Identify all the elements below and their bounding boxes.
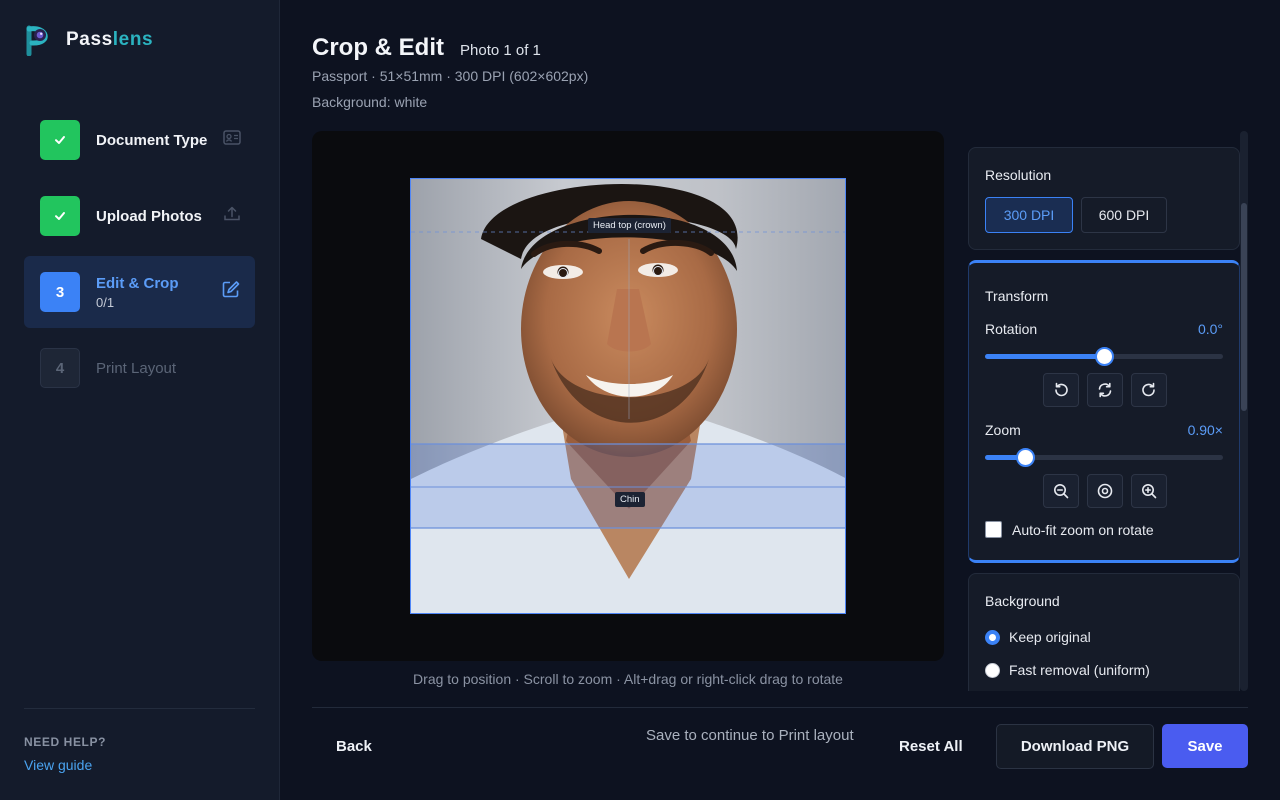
help-title: NEED HELP? — [24, 735, 107, 749]
rotation-slider[interactable] — [985, 347, 1223, 366]
step-edit-crop[interactable]: 3 Edit & Crop 0/1 — [24, 256, 255, 328]
zoom-out-button[interactable] — [1043, 474, 1079, 508]
brand-name-part2: lens — [112, 29, 154, 50]
step-progress: 0/1 — [96, 294, 115, 310]
sidebar: Passlens Document Type Upload Photos 3 E… — [0, 0, 280, 800]
zoom-fit-button[interactable] — [1087, 474, 1123, 508]
reset-all-button[interactable]: Reset All — [899, 738, 963, 755]
zoom-out-icon — [1054, 484, 1069, 499]
transform-card: Transform Rotation 0.0° Zoom 0.90× Auto-… — [968, 260, 1240, 563]
zoom-in-icon — [1142, 484, 1157, 499]
keep-original-radio[interactable] — [985, 629, 1000, 645]
edit-icon — [221, 280, 241, 305]
step-done-badge — [40, 196, 80, 236]
rotation-slider-fill — [985, 354, 1104, 359]
zoom-in-button[interactable] — [1131, 474, 1167, 508]
fast-removal-option[interactable]: Fast removal (uniform) — [985, 662, 1150, 678]
resolution-card: Resolution 300 DPI 600 DPI — [968, 147, 1240, 250]
target-icon — [1097, 483, 1113, 499]
dpi-300-button[interactable]: 300 DPI — [985, 197, 1073, 233]
autofit-label: Auto-fit zoom on rotate — [1012, 521, 1154, 538]
zoom-label: Zoom — [985, 422, 1021, 438]
step-done-badge — [40, 120, 80, 160]
photo-counter: Photo 1 of 1 — [460, 42, 541, 59]
zoom-slider-thumb[interactable] — [1016, 448, 1036, 467]
chin-guide-label: Chin — [615, 492, 645, 507]
save-note: Save to continue to Print layout — [646, 727, 854, 744]
view-guide-link[interactable]: View guide — [24, 757, 92, 773]
step-label: Upload Photos — [96, 207, 202, 225]
rotate-left-icon — [1055, 382, 1068, 397]
step-print-layout: 4 Print Layout — [24, 332, 255, 404]
brand-name: Passlens — [66, 29, 153, 51]
editor-hint: Drag to position · Scroll to zoom · Alt+… — [413, 671, 843, 687]
panel-scrollbar[interactable] — [1240, 131, 1248, 691]
step-document-type[interactable]: Document Type — [24, 104, 255, 176]
crop-canvas[interactable]: Head top (crown) Chin — [312, 131, 944, 661]
rotate-right-button[interactable] — [1131, 373, 1167, 407]
zoom-value: 0.90× — [1187, 422, 1223, 438]
document-spec: Passport · 51×51mm · 300 DPI (602×602px) — [312, 68, 589, 84]
action-footer: Back Save to continue to Print layout Re… — [312, 707, 1248, 800]
rotation-slider-thumb[interactable] — [1095, 347, 1114, 366]
step-label: Edit & Crop — [96, 274, 179, 292]
title-row: Crop & Edit Photo 1 of 1 — [312, 34, 541, 62]
brand-name-part1: Pass — [66, 29, 113, 50]
passlens-logo-icon — [26, 24, 52, 57]
autofit-row[interactable]: Auto-fit zoom on rotate — [985, 521, 1154, 538]
step-upload-photos[interactable]: Upload Photos — [24, 180, 255, 252]
transform-title: Transform — [985, 288, 1049, 304]
settings-panel[interactable]: Resolution 300 DPI 600 DPI Transform Rot… — [968, 131, 1240, 691]
crop-guides — [411, 231, 845, 529]
fast-removal-radio[interactable] — [985, 662, 1000, 678]
save-button[interactable]: Save — [1162, 724, 1248, 768]
brand: Passlens — [26, 24, 153, 57]
page-title: Crop & Edit — [312, 34, 444, 61]
reset-rotation-button[interactable] — [1087, 373, 1123, 407]
step-number-badge: 4 — [40, 348, 80, 388]
step-label: Document Type — [96, 131, 208, 149]
rotation-row: Rotation 0.0° — [985, 321, 1223, 337]
help-section: NEED HELP? View guide — [24, 708, 255, 775]
zoom-row: Zoom 0.90× — [985, 422, 1223, 438]
portrait-photo[interactable]: Head top (crown) Chin — [410, 178, 846, 614]
back-button[interactable]: Back — [336, 738, 372, 755]
background-card: Background Keep original Fast removal (u… — [968, 573, 1240, 691]
check-icon — [55, 212, 65, 220]
zoom-slider[interactable] — [985, 448, 1223, 467]
rotate-right-icon — [1142, 382, 1155, 397]
left-eye-marker — [558, 268, 568, 278]
step-number-badge: 3 — [40, 272, 80, 312]
dpi-600-button[interactable]: 600 DPI — [1081, 197, 1167, 233]
main-content: Crop & Edit Photo 1 of 1 Passport · 51×5… — [280, 0, 1280, 800]
refresh-icon — [1098, 382, 1112, 398]
panel-scrollbar-thumb[interactable] — [1241, 203, 1247, 411]
rotate-left-button[interactable] — [1043, 373, 1079, 407]
upload-icon — [223, 205, 241, 228]
check-icon — [55, 136, 65, 144]
download-png-button[interactable]: Download PNG — [996, 724, 1154, 769]
background-title: Background — [985, 593, 1060, 609]
rotation-value: 0.0° — [1197, 321, 1223, 337]
step-label: Print Layout — [96, 359, 177, 377]
rotation-label: Rotation — [985, 321, 1038, 337]
resolution-title: Resolution — [985, 167, 1052, 183]
head-top-guide-label: Head top (crown) — [588, 218, 671, 233]
autofit-checkbox[interactable] — [985, 521, 1002, 538]
keep-original-label: Keep original — [1009, 629, 1091, 645]
keep-original-option[interactable]: Keep original — [985, 629, 1091, 645]
fast-removal-label: Fast removal (uniform) — [1009, 662, 1150, 678]
right-eye-marker — [653, 266, 663, 276]
background-spec: Background: white — [312, 94, 428, 110]
step-list: Document Type Upload Photos 3 Edit & Cro… — [24, 104, 255, 408]
id-card-icon — [223, 130, 241, 151]
